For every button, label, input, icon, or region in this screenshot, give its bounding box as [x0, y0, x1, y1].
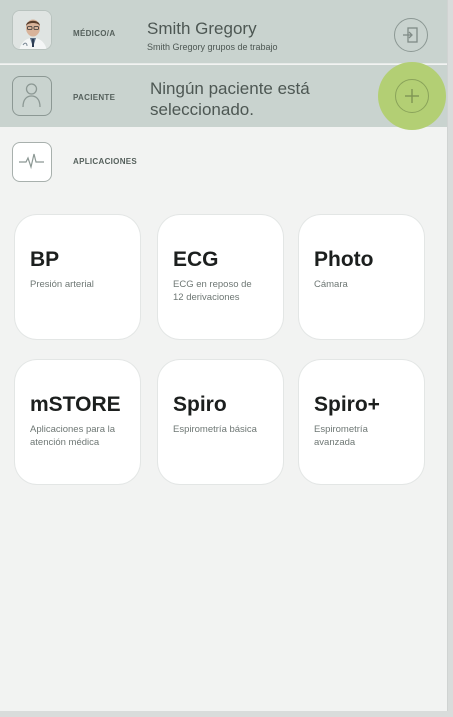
app-tile-description: Espirometría básica — [173, 424, 257, 435]
app-tile-description: Presión arterial — [30, 279, 94, 290]
applications-icon-box — [12, 142, 52, 182]
doctor-row[interactable]: MÉDICO/A Smith Gregory Smith Gregory gru… — [0, 0, 447, 64]
logout-door-icon — [403, 27, 418, 43]
applications-section-label: APLICACIONES — [73, 157, 138, 166]
app-tile-title: Spiro — [173, 393, 227, 416]
app-tile-ecg[interactable]: ECG ECG en reposo de 12 derivaciones — [158, 215, 283, 339]
applications-row: APLICACIONES — [0, 130, 447, 192]
app-tile-spiro[interactable]: Spiro Espirometría básica — [158, 360, 283, 484]
app-tile-mstore[interactable]: mSTORE Aplicaciones para la atención médi… — [15, 360, 140, 484]
app-window: MÉDICO/A Smith Gregory Smith Gregory gru… — [0, 0, 448, 711]
doctor-avatar[interactable] — [12, 10, 52, 50]
person-outline-icon — [22, 83, 41, 108]
app-tile-description: Cámara — [314, 279, 348, 290]
app-tile-photo[interactable]: Photo Cámara — [299, 215, 424, 339]
doctor-workgroups: Smith Gregory grupos de trabajo — [147, 42, 278, 52]
plus-icon — [405, 89, 419, 103]
app-tile-title: BP — [30, 248, 60, 271]
doctor-avatar-icon — [13, 11, 51, 49]
pulse-wave-icon — [19, 153, 44, 170]
app-tile-spiro-plus[interactable]: Spiro+ Espirometría avanzada — [299, 360, 424, 484]
no-patient-line2: seleccionado. — [150, 100, 254, 119]
logout-button[interactable] — [394, 18, 428, 52]
app-tile-title: mSTORE — [30, 393, 121, 416]
app-tile-title: Spiro+ — [314, 393, 380, 416]
no-patient-message: Ningún paciente está seleccionado. — [150, 78, 350, 120]
app-tile-description: Espirometría avanzada — [314, 424, 368, 448]
app-tile-title: Photo — [314, 248, 374, 271]
doctor-name: Smith Gregory — [147, 19, 257, 38]
patient-placeholder[interactable] — [12, 76, 52, 116]
app-tile-description: Aplicaciones para la atención médica — [30, 424, 116, 448]
no-patient-line1: Ningún paciente está — [150, 79, 310, 98]
add-patient-button[interactable] — [395, 79, 429, 113]
doctor-section-label: MÉDICO/A — [73, 29, 116, 38]
app-tile-title: ECG — [173, 248, 219, 271]
app-tile-description: ECG en reposo de 12 derivaciones — [173, 279, 252, 303]
app-tile-bp[interactable]: BP Presión arterial — [15, 215, 140, 339]
patient-section-label: PACIENTE — [73, 93, 116, 102]
